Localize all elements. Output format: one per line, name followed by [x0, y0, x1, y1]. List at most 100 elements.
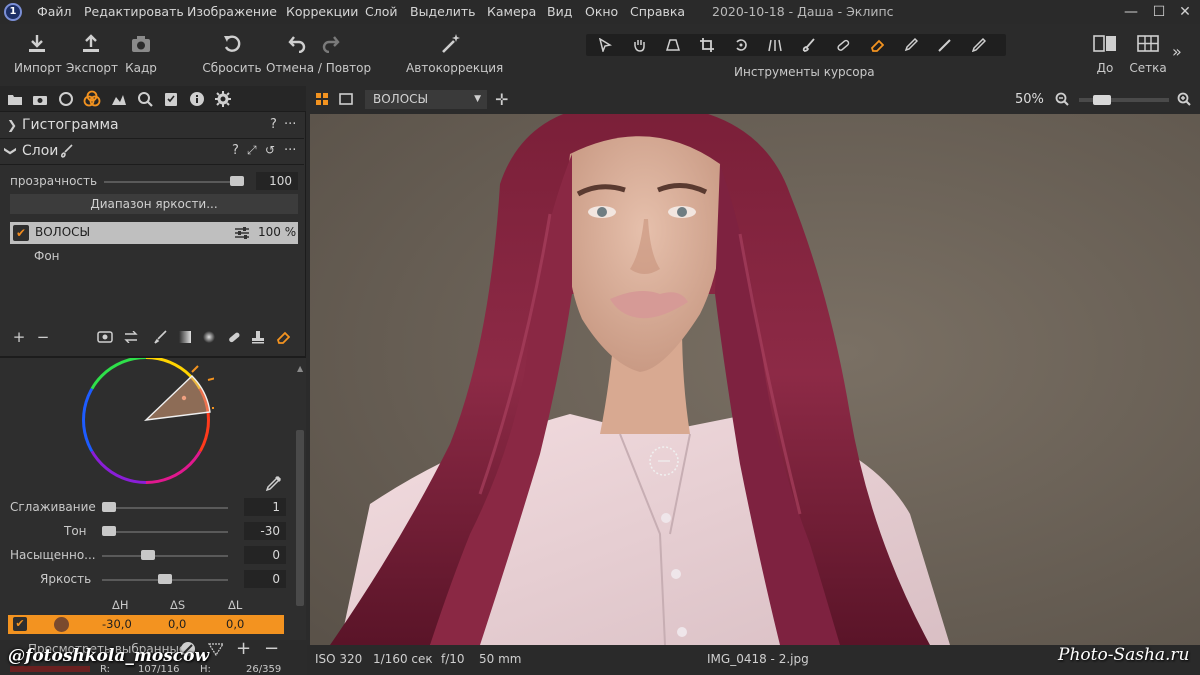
panel-scrollbar[interactable]	[296, 430, 304, 606]
camera-tab-icon[interactable]	[31, 90, 49, 108]
draw-mask-icon[interactable]	[152, 328, 170, 346]
remove-color-icon[interactable]: −	[264, 638, 279, 659]
capture-button[interactable]: Кадр	[124, 30, 158, 75]
rotate-icon[interactable]	[724, 35, 758, 55]
select-cursor-icon[interactable]	[588, 35, 622, 55]
opacity-value[interactable]: 100	[256, 172, 298, 190]
menu-window[interactable]: Окно	[585, 4, 618, 19]
maximize-icon[interactable]: ☐	[1146, 2, 1172, 22]
before-button[interactable]: До	[1088, 30, 1122, 75]
lens-correction-icon[interactable]	[758, 35, 792, 55]
lightness-value[interactable]: 0	[244, 570, 286, 588]
settings-gear-icon[interactable]	[214, 90, 232, 108]
opacity-slider[interactable]	[104, 181, 244, 183]
hue-value[interactable]: -30	[244, 522, 286, 540]
export-button[interactable]: Экспорт	[66, 30, 118, 75]
menu-adjustments[interactable]: Коррекции	[286, 4, 358, 19]
scroll-up-icon[interactable]: ▲	[297, 364, 303, 373]
import-button[interactable]: Импорт	[14, 30, 62, 75]
add-color-icon[interactable]: +	[236, 638, 251, 659]
clone-stamp-icon[interactable]	[249, 328, 267, 346]
hue-slider[interactable]	[102, 531, 228, 533]
gradient-wedge-icon[interactable]	[207, 642, 225, 659]
layers-section-header[interactable]: ❯ Слои ? ⤢ ↺ ···	[0, 139, 304, 165]
erase-mask-icon[interactable]	[274, 328, 292, 346]
reset-button[interactable]: Сбросить	[202, 30, 262, 75]
close-icon[interactable]: ✕	[1172, 2, 1198, 22]
expand-icon[interactable]: ⤢	[247, 143, 257, 158]
saturation-value[interactable]: 0	[244, 546, 286, 564]
smoothness-value[interactable]: 1	[244, 498, 286, 516]
pan-hand-icon[interactable]	[622, 35, 656, 55]
layer-row-selected[interactable]: ✔ ВОЛОСЫ 100 %	[10, 222, 298, 244]
menu-view[interactable]: Вид	[547, 4, 572, 19]
more-tools-icon[interactable]: »	[1172, 42, 1182, 61]
mask-view-icon[interactable]	[96, 328, 114, 346]
image-viewer[interactable]	[310, 114, 1200, 645]
auto-adjust-button[interactable]: Автокоррекция	[406, 30, 503, 75]
saturation-slider[interactable]	[102, 555, 228, 557]
eyedropper-icon[interactable]	[264, 475, 282, 496]
remove-layer-icon[interactable]: −	[34, 328, 52, 346]
lens-tab-icon[interactable]	[57, 90, 75, 108]
heal-layer-icon[interactable]	[225, 328, 243, 346]
layer-settings-icon[interactable]	[234, 226, 250, 243]
more-icon[interactable]: ···	[284, 117, 296, 132]
grid-button[interactable]: Сетка	[1128, 30, 1168, 75]
menu-edit[interactable]: Редактировать	[84, 4, 184, 19]
brush-icon[interactable]	[792, 35, 826, 55]
add-layer-icon[interactable]: +	[10, 328, 28, 346]
lightness-knob[interactable]	[158, 574, 172, 584]
layer-name-background[interactable]: Фон	[34, 249, 60, 263]
smoothness-knob[interactable]	[102, 502, 116, 512]
exposure-tab-icon[interactable]	[110, 90, 128, 108]
layer-select[interactable]: ВОЛОСЫ ▼	[365, 90, 487, 109]
color-table-row[interactable]: ✔ -30,0 0,0 0,0	[8, 615, 284, 634]
redo-icon[interactable]	[321, 33, 341, 56]
crop-icon[interactable]	[690, 35, 724, 55]
keystone-icon[interactable]	[656, 35, 690, 55]
reset-layer-icon[interactable]: ↺	[265, 143, 275, 157]
minimize-icon[interactable]: —	[1118, 2, 1144, 22]
heal-icon[interactable]	[826, 35, 860, 55]
color-picker-icon[interactable]	[894, 35, 928, 55]
menu-select[interactable]: Выделить	[410, 4, 476, 19]
zoom-in-icon[interactable]	[1177, 92, 1191, 109]
add-point-icon[interactable]: ✛	[495, 90, 508, 109]
help-icon[interactable]: ?	[232, 143, 239, 158]
opacity-slider-knob[interactable]	[230, 176, 244, 186]
linear-gradient-icon[interactable]	[176, 328, 194, 346]
radial-gradient-icon[interactable]	[200, 328, 218, 346]
details-tab-icon[interactable]	[136, 90, 154, 108]
color-wheel[interactable]	[80, 356, 220, 488]
luma-range-button[interactable]: Диапазон яркости...	[10, 194, 298, 214]
zoom-out-icon[interactable]	[1055, 92, 1069, 109]
menu-camera[interactable]: Камера	[487, 4, 536, 19]
single-view-icon[interactable]	[339, 92, 353, 109]
smoothness-slider[interactable]	[102, 507, 228, 509]
menu-image[interactable]: Изображение	[187, 4, 277, 19]
zoom-level[interactable]: 50%	[1015, 92, 1044, 107]
adjustments-tab-icon[interactable]	[162, 90, 180, 108]
swap-icon[interactable]	[122, 328, 140, 346]
eraser-icon[interactable]	[860, 35, 894, 55]
metadata-tab-icon[interactable]	[188, 90, 206, 108]
menu-file[interactable]: Файл	[37, 4, 72, 19]
color-swatch	[54, 617, 69, 632]
help-icon[interactable]: ?	[270, 117, 277, 132]
folder-icon[interactable]	[6, 90, 24, 108]
color-tab-icon[interactable]	[83, 90, 101, 108]
layer-checkbox[interactable]: ✔	[13, 225, 29, 241]
undo-icon[interactable]	[287, 33, 307, 56]
annotate-icon[interactable]	[962, 35, 996, 55]
histogram-section-header[interactable]: ❯ Гистограмма ? ···	[0, 113, 304, 139]
hue-knob[interactable]	[102, 526, 116, 536]
zoom-slider-knob[interactable]	[1093, 95, 1112, 105]
saturation-knob[interactable]	[141, 550, 156, 560]
row-checkbox[interactable]: ✔	[13, 617, 27, 631]
grid-view-icon[interactable]	[315, 92, 329, 109]
menu-help[interactable]: Справка	[630, 4, 685, 19]
menu-layer[interactable]: Слой	[365, 4, 398, 19]
more-icon[interactable]: ···	[284, 143, 296, 158]
white-balance-icon[interactable]	[928, 35, 962, 55]
